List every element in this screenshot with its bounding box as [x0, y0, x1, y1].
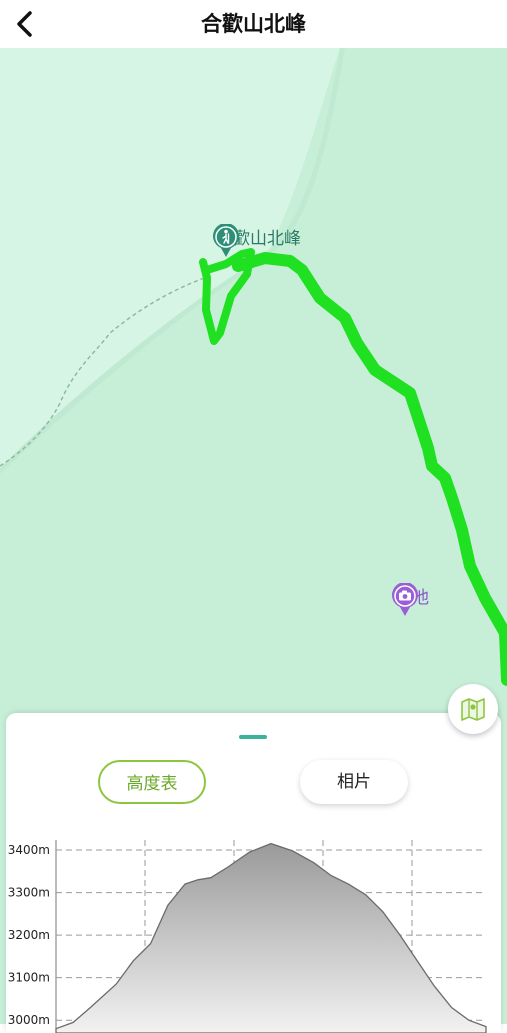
drag-handle[interactable] [239, 735, 267, 739]
map-layers-button[interactable] [448, 684, 498, 734]
y-tick-label: 3300m [8, 886, 50, 900]
tab-elevation[interactable]: 高度表 [98, 760, 206, 804]
map-layers-icon [461, 698, 485, 721]
y-tick-label: 3000m [8, 1013, 50, 1027]
tab-photos[interactable]: 相片 [300, 760, 408, 804]
y-tick-label: 3100m [8, 971, 50, 985]
elevation-area [55, 842, 487, 1033]
photo-spot-marker[interactable]: 碧池 [391, 583, 429, 616]
camera-icon [392, 583, 418, 616]
page-title: 合歡山北峰 [201, 12, 306, 36]
bottom-panel: 高度表 相片 3400m 3300m 3200m 3100m 3000m [6, 713, 501, 1033]
y-tick-label: 3400m [8, 843, 50, 857]
elevation-chart: 3400m 3300m 3200m 3100m 3000m [8, 840, 487, 1033]
hiker-icon [213, 224, 239, 257]
header-bar: 合歡山北峰 [0, 0, 507, 48]
y-tick-label: 3200m [8, 928, 50, 942]
summit-marker[interactable]: 合歡山北峰 [212, 224, 301, 257]
